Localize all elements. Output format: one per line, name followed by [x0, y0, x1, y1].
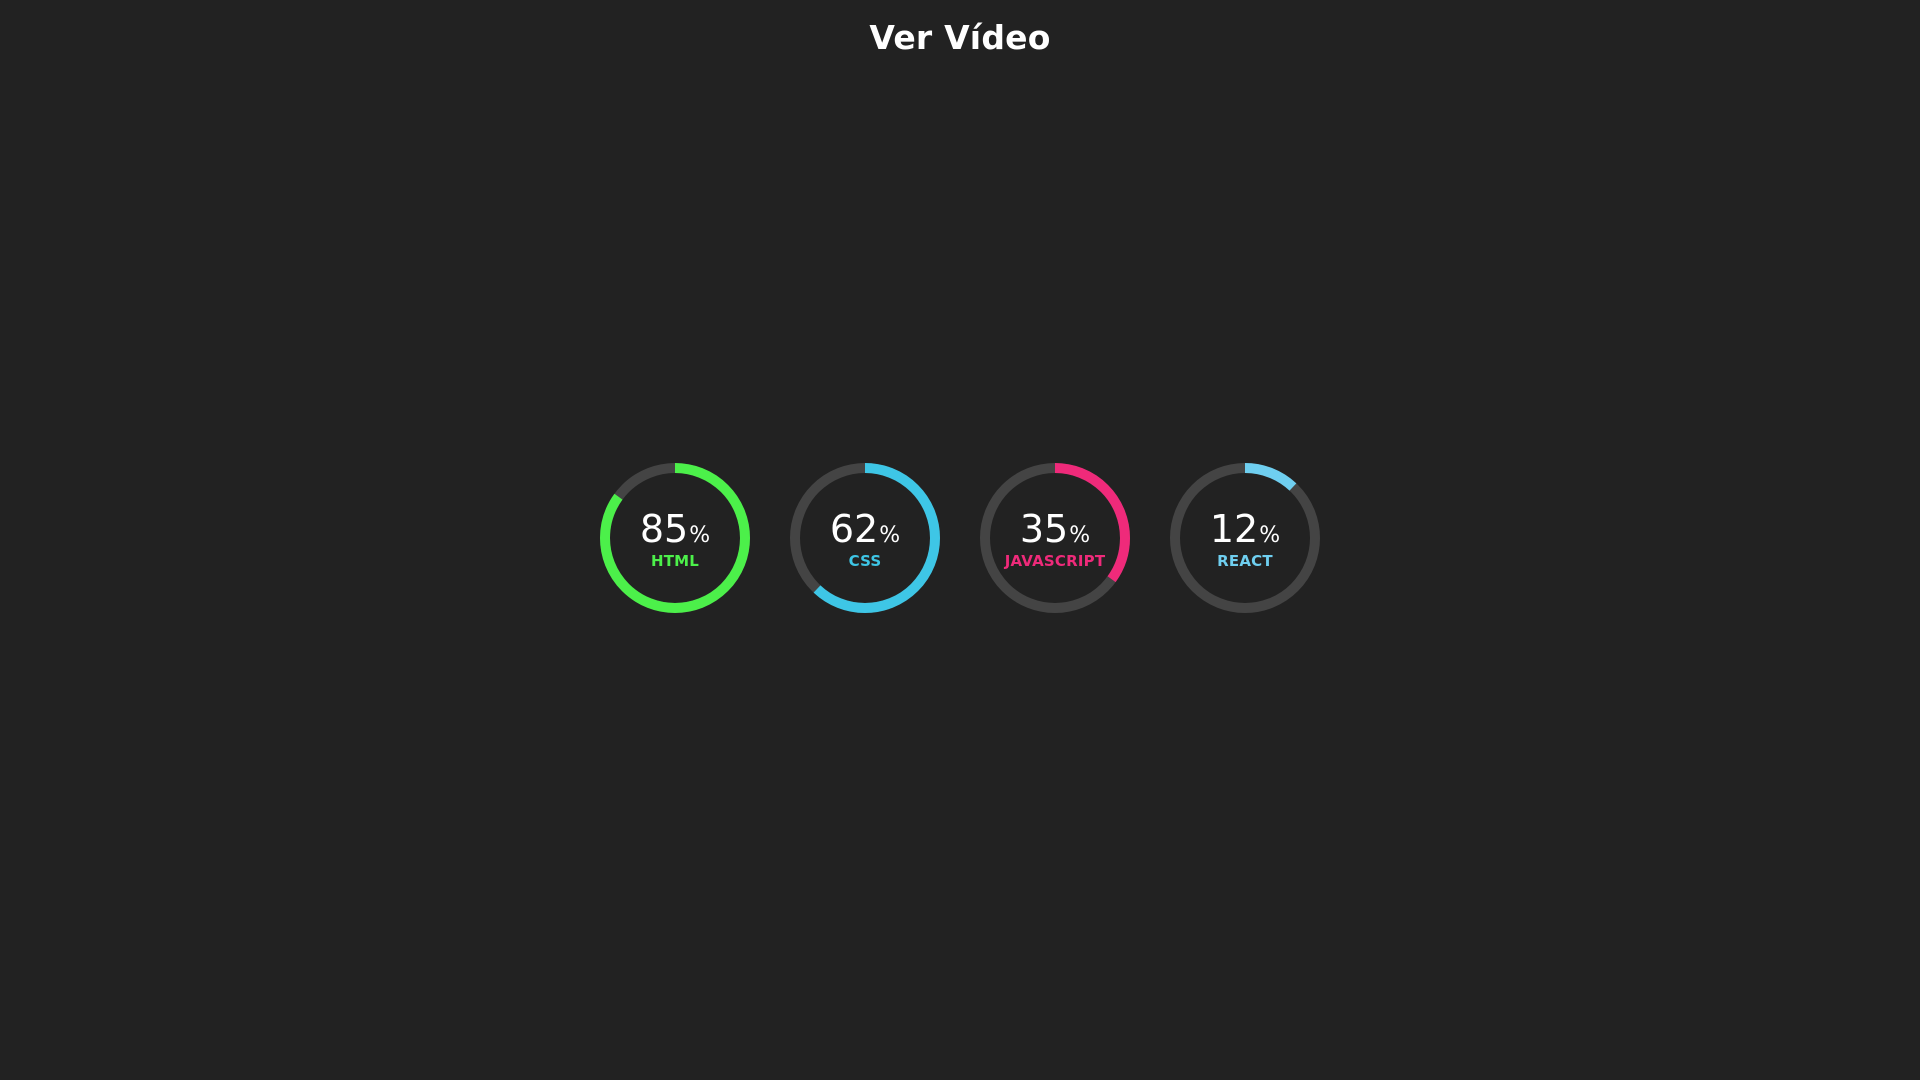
percent-unit: % — [879, 523, 901, 548]
skill-label: JAVASCRIPT — [1004, 552, 1106, 570]
page: Ver Vídeo 85 % HTML 62 % CSS 35 % JAVASC… — [0, 0, 1920, 1080]
percent-unit: % — [1069, 523, 1091, 548]
skill-ring-javascript: 35 % JAVASCRIPT — [980, 463, 1130, 613]
percent-value: 85 — [639, 507, 689, 551]
skill-label: HTML — [650, 552, 700, 570]
skill-ring-html: 85 % HTML — [600, 463, 750, 613]
percent-unit: % — [689, 523, 711, 548]
ring-center: 12 % REACT — [1170, 463, 1320, 613]
skills-rings: 85 % HTML 62 % CSS 35 % JAVASCRIPT 12 % … — [0, 463, 1920, 613]
ring-center: 35 % JAVASCRIPT — [980, 463, 1130, 613]
ring-center: 85 % HTML — [600, 463, 750, 613]
percent-unit: % — [1259, 523, 1281, 548]
skill-ring-css: 62 % CSS — [790, 463, 940, 613]
percent-value: 62 — [829, 507, 879, 551]
percent-readout: 62 % — [830, 510, 900, 548]
percent-readout: 85 % — [640, 510, 710, 548]
percent-readout: 12 % — [1210, 510, 1280, 548]
percent-value: 35 — [1019, 507, 1069, 551]
percent-readout: 35 % — [1020, 510, 1090, 548]
ver-video-link[interactable]: Ver Vídeo — [0, 18, 1920, 57]
skill-label: REACT — [1217, 552, 1273, 570]
skill-label: CSS — [848, 552, 882, 570]
percent-value: 12 — [1209, 507, 1259, 551]
ring-center: 62 % CSS — [790, 463, 940, 613]
skill-ring-react: 12 % REACT — [1170, 463, 1320, 613]
